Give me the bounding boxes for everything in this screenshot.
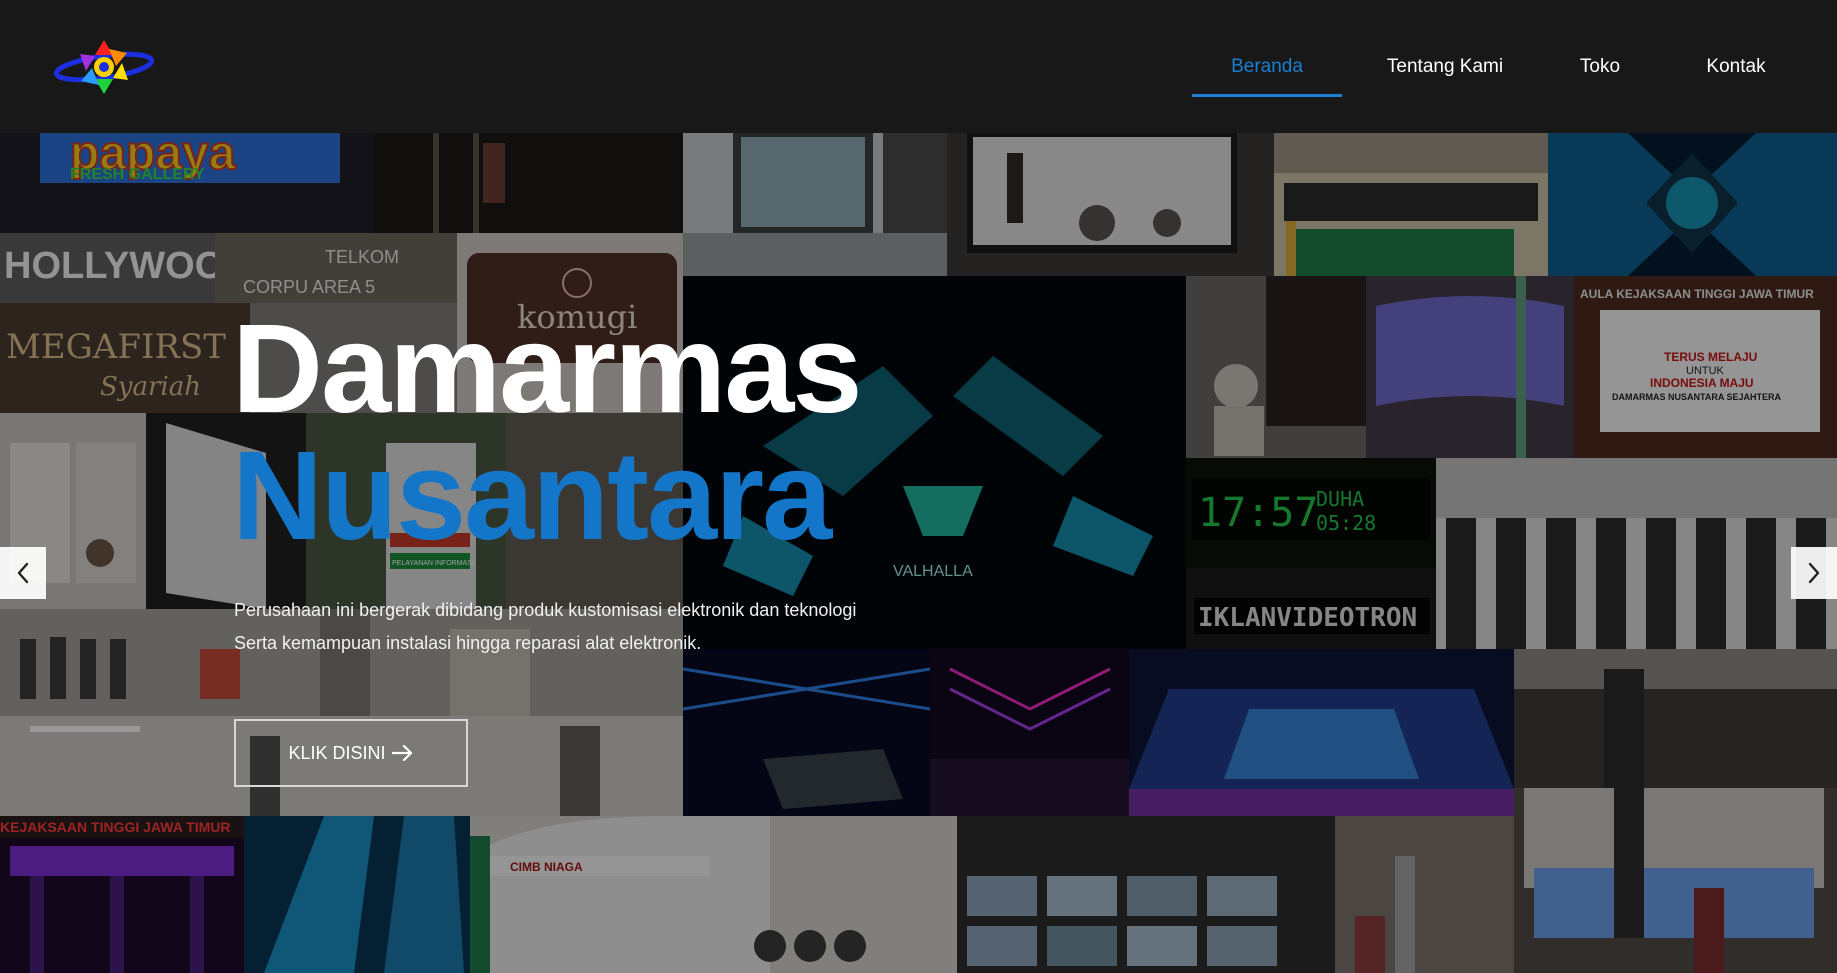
collage-photo-team — [0, 609, 683, 716]
nav-toko[interactable]: Toko — [1548, 0, 1652, 133]
sign-syariah: Syariah — [100, 372, 201, 402]
nav-beranda[interactable]: Beranda — [1192, 0, 1342, 133]
nav-kontak-label: Kontak — [1706, 55, 1766, 77]
collage-photo-ladder-top — [1514, 649, 1837, 788]
sign-hollywood: HOLLYWOOD — [4, 245, 215, 287]
cta-button[interactable]: KLIK DISINI — [234, 719, 468, 787]
collage-photo-kejaksaan-building: KEJAKSAAN TINGGI JAWA TIMUR — [0, 816, 244, 973]
logo-icon — [53, 40, 155, 94]
sign-megafirst: MEGAFIRST — [6, 327, 226, 367]
hero-description-line1: Perusahaan ini bergerak dibidang produk … — [234, 600, 857, 620]
collage-photo-workshop — [1335, 816, 1514, 973]
nav-tentang-kami[interactable]: Tentang Kami — [1370, 0, 1520, 133]
chevron-right-icon — [1808, 562, 1820, 584]
main-nav: Beranda Tentang Kami Toko Kontak — [1192, 0, 1837, 133]
led-time: 17:57 — [1198, 490, 1318, 536]
collage-photo-stage-blue — [1548, 133, 1837, 276]
collage-photo-ladder-install — [1514, 788, 1837, 973]
sign-fresh-gallery: FRESH GALLERY — [70, 166, 205, 183]
collage-photo-curved-screen — [1366, 276, 1574, 458]
collage-photo-installer-dark — [373, 133, 683, 233]
led-duha: DUHA — [1316, 487, 1364, 511]
sign-telkom: TELKOM — [325, 247, 399, 267]
collage-photo-club-lights — [930, 649, 1129, 816]
screen-indonesia: INDONESIA MAJU — [1650, 376, 1754, 390]
hero-description-line2: Serta kemampuan instalasi hingga reparas… — [234, 633, 702, 653]
cta-button-label: KLIK DISINI — [288, 742, 386, 763]
collage-photo-telkom: TELKOM CORPU AREA 5 — [215, 233, 457, 303]
nav-toko-label: Toko — [1579, 55, 1621, 77]
screen-terus: TERUS MELAJU — [1664, 350, 1757, 364]
chevron-left-icon — [17, 562, 29, 584]
collage-photo-concert-stage — [1129, 649, 1514, 816]
sign-corpu: CORPU AREA 5 — [243, 277, 375, 297]
sign-cimb: CIMB NIAGA — [510, 860, 583, 874]
collage-photo-video-wall — [957, 816, 1335, 973]
collage-photo-control-room — [683, 649, 930, 816]
hero-carousel: papaya FRESH GALLERY HOLLYWOO TELKOM COR… — [0, 133, 1837, 973]
nav-active-underline — [1192, 94, 1342, 97]
arrow-right-icon — [391, 744, 412, 762]
hero-title-line2: Nusantara — [232, 425, 832, 566]
collage-photo-technician-panel — [1186, 276, 1366, 458]
carousel-prev-button[interactable] — [0, 547, 46, 599]
collage-photo-papaya: papaya FRESH GALLERY — [0, 133, 373, 233]
collage-photo-stage-screen — [947, 133, 1274, 276]
nav-tentang-kami-label: Tentang Kami — [1386, 55, 1504, 77]
collage-photo-led-clock: 17:57 DUHA 05:28 — [1186, 458, 1436, 568]
sign-kejaksaan-bottom: KEJAKSAAN TINGGI JAWA TIMUR — [0, 819, 231, 835]
collage-photo-hollywood: HOLLYWOOD — [0, 233, 215, 303]
led-running-text: IKLANVIDEOTRON — [1198, 603, 1417, 633]
hero-title-line1: Damarmas — [232, 298, 862, 439]
collage-photo-outdoor-screen — [683, 133, 947, 276]
collage-photo-cimb-booth: CIMB NIAGA — [470, 816, 957, 973]
collage-photo-running-text: IKLANVIDEOTRON — [1186, 568, 1436, 660]
collage-photo-led-modules — [1274, 133, 1548, 276]
company-logo[interactable] — [52, 34, 156, 98]
collage-photo-aula-kejaksaan: AULA KEJAKSAAN TINGGI JAWA TIMUR TERUS M… — [1574, 276, 1837, 458]
collage-photo-glass-roof — [244, 816, 470, 973]
navbar: Beranda Tentang Kami Toko Kontak — [0, 0, 1837, 133]
sign-kejaksaan-top: AULA KEJAKSAAN TINGGI JAWA TIMUR — [1580, 287, 1814, 301]
nav-kontak[interactable]: Kontak — [1680, 0, 1792, 133]
led-duha-time: 05:28 — [1316, 511, 1376, 535]
screen-company: DAMARMAS NUSANTARA SEJAHTERA — [1612, 392, 1782, 402]
carousel-next-button[interactable] — [1791, 547, 1837, 599]
nav-beranda-label: Beranda — [1231, 55, 1303, 77]
sign-valhalla: VALHALLA — [893, 563, 973, 580]
